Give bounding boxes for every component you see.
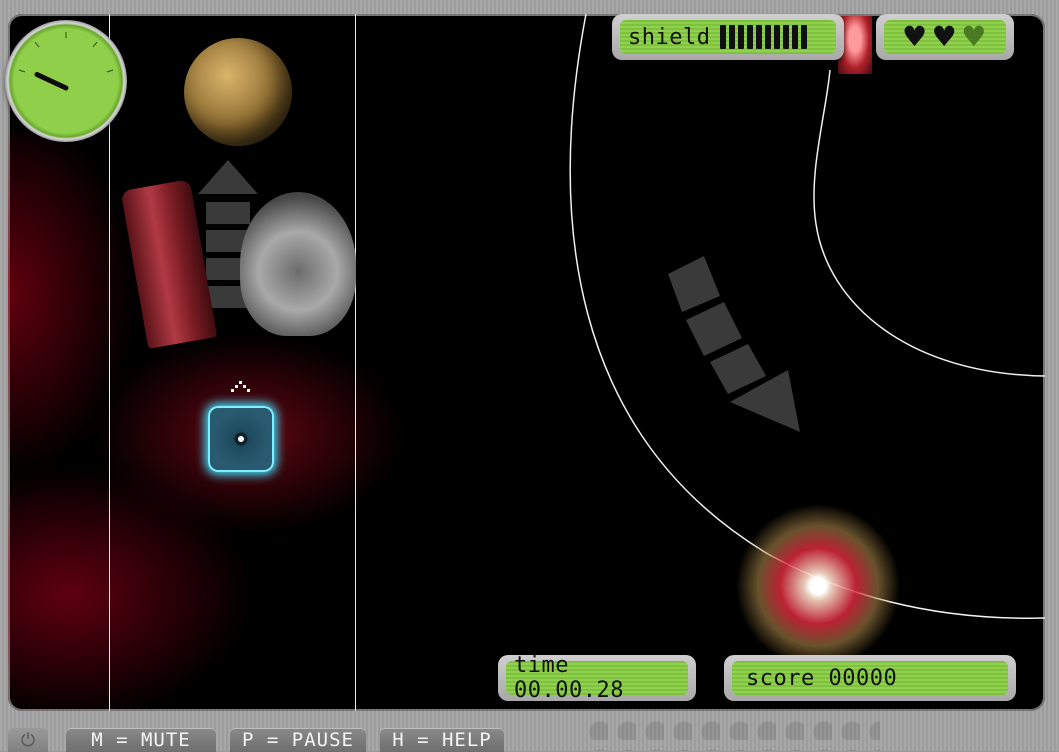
shield-bar [783, 25, 790, 49]
gauge-needle-icon [18, 32, 114, 91]
enemy-grey-ship [240, 192, 356, 336]
help-label: H = HELP [392, 729, 492, 751]
heart-icon: ♥ [961, 20, 987, 53]
game-viewport[interactable] [8, 14, 1045, 711]
mute-label: M = MUTE [91, 729, 191, 751]
exploding-star [728, 496, 908, 656]
help-button[interactable]: H = HELP [380, 728, 504, 752]
heart-icon: ♥ [902, 20, 928, 53]
player-core [234, 432, 248, 446]
shield-meter [720, 25, 808, 49]
power-icon: ⏻ [20, 729, 36, 751]
pause-label: P = PAUSE [242, 729, 354, 751]
mute-button[interactable]: M = MUTE [66, 728, 216, 752]
lives-indicator: ♥ ♥ ♥ [884, 20, 1006, 54]
shield-bar [765, 25, 772, 49]
player-ping-icon [231, 381, 250, 392]
shield-bar [801, 25, 808, 49]
speed-gauge [5, 20, 127, 142]
shield-label: shield [628, 24, 711, 50]
time-panel: time 00.00.28 [498, 653, 696, 703]
shield-bar [729, 25, 736, 49]
lives-panel: ♥ ♥ ♥ [876, 14, 1014, 60]
direction-arrow-down [668, 256, 800, 432]
player-ship[interactable] [208, 406, 274, 472]
pause-button[interactable]: P = PAUSE [230, 728, 366, 752]
shield-bar [720, 25, 727, 49]
heart-icon: ♥ [931, 20, 958, 53]
score-readout: score 00000 [746, 665, 898, 691]
asteroid-planet [184, 38, 292, 146]
shield-bar [738, 25, 745, 49]
power-button[interactable]: ⏻ [8, 728, 48, 752]
time-readout: time 00.00.28 [514, 653, 624, 703]
shield-bar [792, 25, 799, 49]
shield-bar [747, 25, 754, 49]
score-panel: score 00000 [724, 655, 1016, 701]
shield-bar [774, 25, 781, 49]
shield-panel: shield [612, 14, 844, 60]
decorative-swirl [580, 712, 880, 751]
shield-bar [756, 25, 763, 49]
